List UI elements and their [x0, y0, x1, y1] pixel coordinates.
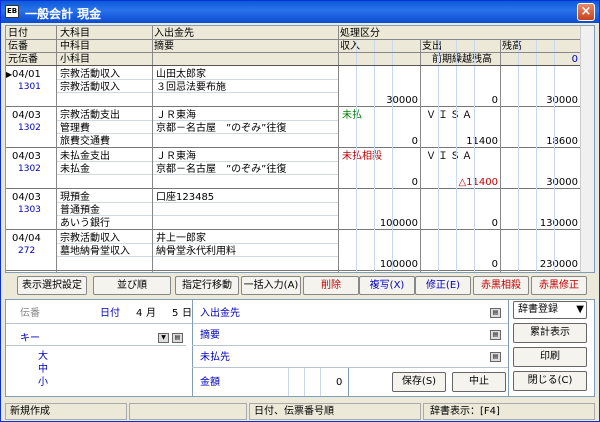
app-icon: EB — [5, 5, 19, 18]
window-title: 一般会計 現金 — [25, 7, 102, 21]
unpaid-dict-icon[interactable]: ▤ — [490, 352, 501, 362]
dict-register-chevron-icon: ▼ — [576, 304, 584, 315]
row-date: 04/04 — [12, 233, 41, 244]
party-dict-icon[interactable]: ▤ — [490, 308, 501, 318]
row-slip-no: 1302 — [18, 123, 41, 133]
row-date: 04/03 — [12, 110, 41, 121]
close-button[interactable]: 閉じる(C) — [513, 371, 587, 391]
key-label: キー — [20, 333, 40, 344]
cancel-button[interactable]: 中止 — [452, 372, 506, 392]
date-label: 日付 — [100, 308, 120, 319]
key-dropdown-icon[interactable]: ▼ — [158, 333, 169, 343]
row-status: 未払 — [342, 110, 362, 121]
display-settings-button[interactable]: 表示選択設定 — [17, 276, 87, 295]
dict-register-select[interactable]: 辞書登録 ▼ — [513, 301, 587, 319]
row-date: 04/03 — [12, 151, 41, 162]
row-status: 未払相殺 — [342, 151, 382, 162]
key-dict-icon[interactable]: ▤ — [172, 333, 183, 343]
amount-input[interactable]: 0 — [336, 376, 342, 389]
red-black-edit-button[interactable]: 赤黒修正 — [531, 276, 587, 295]
row-slip-no: 1302 — [18, 164, 41, 174]
cumulative-button[interactable]: 累計表示 — [513, 323, 587, 343]
status-dict: 辞書表示：[F4] — [423, 403, 595, 420]
party-field-label: 入出金先 — [200, 308, 240, 319]
day-unit: 日 — [182, 308, 192, 319]
sort-order-button[interactable]: 並び順 — [93, 276, 171, 295]
main-window: EB 一般会計 現金 × 日付 大科目 入出金先 処理区分 伝番 中科目 摘要 … — [0, 0, 600, 422]
grid-scrollbar[interactable] — [580, 26, 594, 272]
goto-row-button[interactable]: 指定行移動 — [175, 276, 239, 295]
slip-no-label: 伝番 — [20, 308, 40, 319]
row-slip-no: 272 — [18, 246, 36, 256]
row-payment: ＶＩＳＡ — [426, 151, 474, 162]
save-button[interactable]: 保存(S) — [392, 372, 446, 392]
level-middle: 中 — [38, 364, 48, 375]
row-slip-no: 1303 — [18, 205, 41, 215]
edit-button[interactable]: 修正(E) — [415, 276, 471, 295]
month-input[interactable]: 4 — [136, 307, 142, 320]
row-slip-no: 1301 — [18, 82, 41, 92]
bulk-input-button[interactable]: 一括入力(A) — [241, 276, 301, 295]
close-window-button[interactable]: × — [577, 3, 595, 21]
red-black-offset-button[interactable]: 赤黒相殺 — [473, 276, 529, 295]
title-bar: EB 一般会計 現金 × — [1, 1, 599, 23]
entry-form: 伝番 日付 4 月 5 日 キー ▼ ▤ 大 中 小 入出金先 ▤ 摘要 ▤ 未… — [5, 299, 595, 397]
level-major: 大 — [38, 351, 48, 362]
print-button[interactable]: 印刷 — [513, 347, 587, 367]
status-mode: 新規作成 — [5, 403, 127, 420]
row-payment: ＶＩＳＡ — [426, 110, 474, 121]
memo-field-label: 摘要 — [200, 330, 220, 341]
delete-button[interactable]: 削除 — [303, 276, 359, 295]
ledger-grid: 日付 大科目 入出金先 処理区分 伝番 中科目 摘要 収入 支出 残高 元伝番 … — [5, 25, 595, 273]
copy-button[interactable]: 複写(X) — [359, 276, 415, 295]
grid-header — [6, 26, 582, 66]
row-date: 04/01 — [12, 69, 41, 80]
row-date: 04/03 — [12, 192, 41, 203]
level-minor: 小 — [38, 377, 48, 388]
status-empty — [129, 403, 247, 420]
unpaid-field-label: 未払先 — [200, 352, 230, 363]
status-sort: 日付、伝票番号順 — [249, 403, 421, 420]
amount-label: 金額 — [200, 377, 220, 388]
memo-dict-icon[interactable]: ▤ — [490, 330, 501, 340]
current-row-pointer-icon: ▶ — [6, 70, 13, 79]
day-input[interactable]: 5 — [172, 307, 178, 320]
month-unit: 月 — [146, 308, 156, 319]
